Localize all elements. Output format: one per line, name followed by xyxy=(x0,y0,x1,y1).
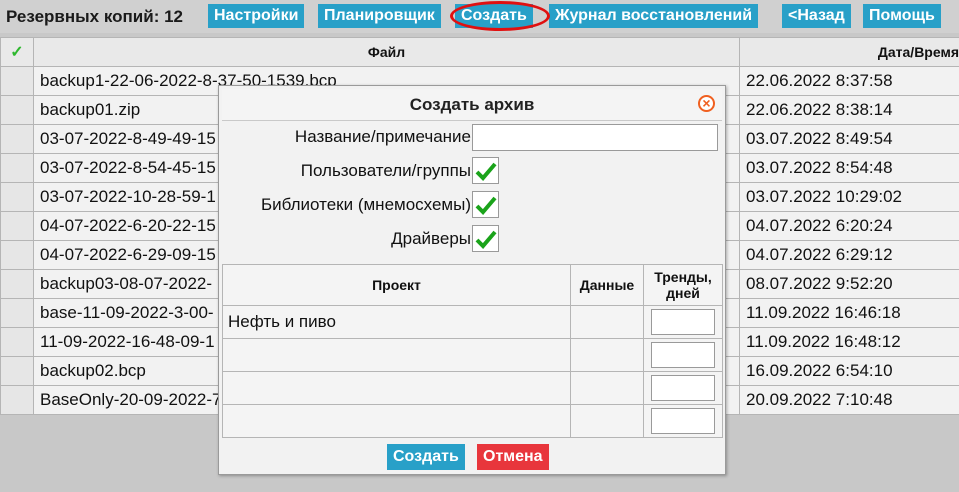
table-header-row: ✓ Файл Дата/Время xyxy=(0,37,959,67)
data-column-header: Данные xyxy=(570,264,644,306)
date-cell: 08.07.2022 9:52:20 xyxy=(739,269,959,299)
project-row[interactable] xyxy=(222,371,723,405)
project-name-cell xyxy=(222,404,571,438)
row-select-cell[interactable] xyxy=(0,269,34,299)
trend-days-input[interactable] xyxy=(651,309,715,335)
trends-column-header: Тренды, дней xyxy=(643,264,723,306)
project-data-cell[interactable] xyxy=(570,404,644,438)
libraries-label: Библиотеки (мнемосхемы) xyxy=(261,195,471,214)
close-icon[interactable]: × xyxy=(698,95,715,112)
trends-header-line2: дней xyxy=(666,285,700,301)
date-cell: 04.07.2022 6:20:24 xyxy=(739,211,959,241)
date-cell: 03.07.2022 10:29:02 xyxy=(739,182,959,212)
row-select-cell[interactable] xyxy=(0,66,34,96)
date-column-header[interactable]: Дата/Время xyxy=(739,37,959,67)
date-cell: 22.06.2022 8:38:14 xyxy=(739,95,959,125)
select-all-column[interactable]: ✓ xyxy=(0,37,34,67)
project-column-header: Проект xyxy=(222,264,571,306)
project-name-cell: Нефть и пиво xyxy=(222,305,571,339)
row-select-cell[interactable] xyxy=(0,385,34,415)
date-cell: 11.09.2022 16:46:18 xyxy=(739,298,959,328)
project-row[interactable] xyxy=(222,404,723,438)
project-table-header: Проект Данные Тренды, дней xyxy=(222,264,723,306)
name-label: Название/примечание xyxy=(294,127,471,146)
dialog-title: Создать архив xyxy=(409,95,535,114)
date-cell: 04.07.2022 6:29:12 xyxy=(739,240,959,270)
project-name-cell xyxy=(222,371,571,405)
project-row[interactable] xyxy=(222,338,723,372)
check-icon: ✓ xyxy=(10,44,24,61)
project-data-cell[interactable] xyxy=(570,338,644,372)
toolbar: Резервных копий: 12 Настройки Планировщи… xyxy=(0,0,959,33)
trend-days-cell xyxy=(643,371,723,405)
trend-days-input[interactable] xyxy=(651,408,715,434)
create-button[interactable]: Создать xyxy=(455,4,533,28)
date-cell: 20.09.2022 7:10:48 xyxy=(739,385,959,415)
name-note-input[interactable] xyxy=(472,124,718,151)
project-data-cell[interactable] xyxy=(570,305,644,339)
libraries-checkbox[interactable] xyxy=(472,191,499,218)
date-cell: 03.07.2022 8:49:54 xyxy=(739,124,959,154)
date-cell: 22.06.2022 8:37:58 xyxy=(739,66,959,96)
help-button[interactable]: Помощь xyxy=(863,4,941,28)
backup-page: Резервных копий: 12 Настройки Планировщи… xyxy=(0,0,959,492)
project-name-cell xyxy=(222,338,571,372)
date-cell: 11.09.2022 16:48:12 xyxy=(739,327,959,357)
row-select-cell[interactable] xyxy=(0,298,34,328)
drivers-label: Драйверы xyxy=(391,229,471,248)
users-groups-checkbox[interactable] xyxy=(472,157,499,184)
date-cell: 16.09.2022 6:54:10 xyxy=(739,356,959,386)
row-select-cell[interactable] xyxy=(0,153,34,183)
trends-header-line1: Тренды, xyxy=(654,269,712,285)
row-select-cell[interactable] xyxy=(0,356,34,386)
file-column-header[interactable]: Файл xyxy=(33,37,740,67)
project-data-cell[interactable] xyxy=(570,371,644,405)
row-select-cell[interactable] xyxy=(0,95,34,125)
trend-days-cell xyxy=(643,305,723,339)
back-button[interactable]: <Назад xyxy=(782,4,851,28)
row-select-cell[interactable] xyxy=(0,182,34,212)
dialog-title-bar[interactable]: Создать архив × xyxy=(222,89,722,121)
backup-count-label: Резервных копий: 12 xyxy=(6,7,183,26)
row-select-cell[interactable] xyxy=(0,240,34,270)
checkmark-icon xyxy=(475,230,497,249)
row-select-cell[interactable] xyxy=(0,211,34,241)
trend-days-input[interactable] xyxy=(651,375,715,401)
create-archive-dialog: Создать архив × Название/примечание Поль… xyxy=(218,85,726,475)
restore-log-button[interactable]: Журнал восстановлений xyxy=(549,4,759,28)
drivers-checkbox[interactable] xyxy=(472,225,499,252)
trend-days-cell xyxy=(643,338,723,372)
project-row[interactable]: Нефть и пиво xyxy=(222,305,723,339)
row-select-cell[interactable] xyxy=(0,327,34,357)
scheduler-button[interactable]: Планировщик xyxy=(318,4,441,28)
users-groups-label: Пользователи/группы xyxy=(300,161,471,180)
trend-days-cell xyxy=(643,404,723,438)
checkmark-icon xyxy=(475,196,497,215)
row-select-cell[interactable] xyxy=(0,124,34,154)
settings-button[interactable]: Настройки xyxy=(208,4,305,28)
checkmark-icon xyxy=(475,162,497,181)
date-cell: 03.07.2022 8:54:48 xyxy=(739,153,959,183)
dialog-create-button[interactable]: Создать xyxy=(387,444,465,470)
project-table: Проект Данные Тренды, дней Нефть и пиво xyxy=(222,264,723,438)
trend-days-input[interactable] xyxy=(651,342,715,368)
dialog-cancel-button[interactable]: Отмена xyxy=(477,444,549,470)
